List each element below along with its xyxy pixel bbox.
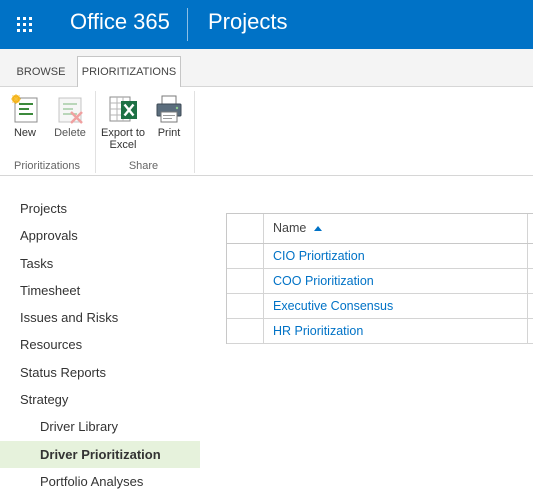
row-select-cell[interactable]	[227, 244, 264, 268]
column-divider	[527, 214, 528, 243]
name-column-header[interactable]: Name	[273, 214, 524, 243]
nav-item-label: Projects	[20, 201, 67, 216]
row-name-link[interactable]: COO Prioritization	[273, 269, 524, 293]
nav-item-label: Issues and Risks	[20, 310, 119, 325]
name-column-label: Name	[273, 221, 307, 235]
row-select-cell[interactable]	[227, 319, 264, 343]
nav-item-approvals[interactable]: Approvals	[0, 223, 200, 249]
nav-item-issues-and-risks[interactable]: Issues and Risks	[0, 305, 200, 331]
row-name-link[interactable]: Executive Consensus	[273, 294, 524, 318]
row-name-link[interactable]: HR Prioritization	[273, 319, 524, 343]
nav-item-label: Driver Prioritization	[40, 447, 161, 462]
app-launcher-button[interactable]	[0, 0, 49, 49]
row-select-cell[interactable]	[227, 294, 264, 318]
nav-item-driver-library[interactable]: Driver Library	[0, 414, 200, 440]
row-name-link[interactable]: CIO Priortization	[273, 244, 524, 268]
printer-icon	[156, 95, 182, 123]
print-button-label: Print	[157, 127, 181, 139]
nav-item-label: Approvals	[20, 228, 78, 243]
ribbon-group-divider	[95, 91, 96, 173]
office365-brand-link[interactable]: Office 365	[70, 9, 170, 35]
ribbon: New Delete Prioritizations Export to Exc…	[0, 87, 533, 176]
site-title-link[interactable]: Projects	[208, 9, 287, 35]
nav-item-tasks[interactable]: Tasks	[0, 251, 200, 277]
export-to-excel-label-line2: Excel	[109, 139, 137, 151]
select-all-cell[interactable]	[227, 214, 264, 243]
group-label-share: Share	[128, 160, 159, 172]
nav-item-label: Status Reports	[20, 365, 106, 380]
new-button[interactable]: New	[4, 93, 46, 139]
ribbon-tab-strip: BROWSE PRIORITIZATIONS	[0, 49, 533, 88]
row-select-cell[interactable]	[227, 269, 264, 293]
nav-item-status-reports[interactable]: Status Reports	[0, 360, 200, 386]
table-row: COO Prioritization	[227, 269, 533, 294]
prioritizations-list: Name CIO Priortization COO Prioritizatio…	[226, 213, 533, 344]
column-divider	[527, 244, 528, 268]
suite-bar-divider	[187, 8, 188, 41]
table-row: CIO Priortization	[227, 244, 533, 269]
list-header-row: Name	[227, 214, 533, 244]
column-divider	[527, 269, 528, 293]
export-to-excel-button[interactable]: Export to Excel	[99, 93, 147, 151]
table-row: Executive Consensus	[227, 294, 533, 319]
sort-ascending-icon	[314, 226, 323, 232]
tab-prioritizations[interactable]: PRIORITIZATIONS	[77, 56, 181, 88]
tab-browse[interactable]: BROWSE	[13, 58, 69, 86]
table-row: HR Prioritization	[227, 319, 533, 344]
nav-item-portfolio-analyses[interactable]: Portfolio Analyses	[0, 469, 200, 495]
delete-button[interactable]: Delete	[50, 93, 90, 139]
column-divider	[527, 319, 528, 343]
export-to-excel-label-line1: Export to	[100, 127, 146, 139]
group-label-prioritizations: Prioritizations	[13, 160, 81, 172]
waffle-icon	[17, 17, 32, 32]
excel-icon	[109, 96, 137, 122]
nav-item-label: Tasks	[20, 256, 54, 271]
column-divider	[527, 294, 528, 318]
delete-button-label: Delete	[54, 127, 86, 139]
suite-bar: Office 365 Projects	[0, 0, 533, 49]
nav-item-label: Driver Library	[40, 419, 119, 434]
delete-item-icon	[58, 97, 83, 124]
nav-item-label: Resources	[20, 337, 83, 352]
nav-item-label: Portfolio Analyses	[40, 474, 144, 489]
nav-item-projects[interactable]: Projects	[0, 196, 200, 222]
nav-item-strategy[interactable]: Strategy	[0, 387, 200, 413]
new-button-label: New	[13, 127, 36, 139]
nav-item-label: Timesheet	[20, 283, 81, 298]
new-item-icon	[11, 94, 38, 123]
nav-item-label: Strategy	[20, 392, 69, 407]
nav-item-timesheet[interactable]: Timesheet	[0, 278, 200, 304]
nav-item-driver-prioritization[interactable]: Driver Prioritization	[0, 441, 200, 468]
print-button[interactable]: Print	[150, 93, 188, 139]
ribbon-group-divider	[194, 91, 195, 173]
nav-item-resources[interactable]: Resources	[0, 332, 200, 358]
